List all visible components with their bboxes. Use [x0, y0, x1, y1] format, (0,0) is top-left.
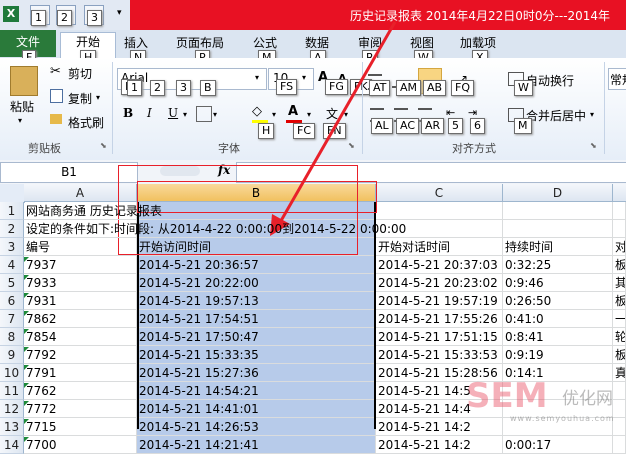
watermark: SEM 优化网 www.semyouhua.com	[466, 370, 626, 429]
table-cell[interactable]: 2014-5-21 14:2	[376, 436, 503, 454]
watermark-url: www.semyouhua.com	[510, 414, 615, 423]
watermark-cn: 优化网	[562, 389, 613, 409]
report-title-cell[interactable]: 网站商务通 历史记录报表	[24, 202, 162, 220]
table-cell[interactable]: 0:00:17	[503, 436, 613, 454]
condition-cell[interactable]: 设定的条件如下:时间段: 从2014-4-22 0:00:00到2014-5-2…	[24, 220, 406, 238]
table-cell[interactable]	[613, 436, 626, 454]
table-cell[interactable]: 2014-5-21 14:21:41	[137, 436, 376, 454]
number-stored-as-text-indicator	[24, 437, 29, 442]
watermark-brand: SEM	[466, 376, 548, 416]
row-header[interactable]: 14	[0, 436, 24, 454]
table-cell[interactable]: 7700	[24, 436, 137, 454]
